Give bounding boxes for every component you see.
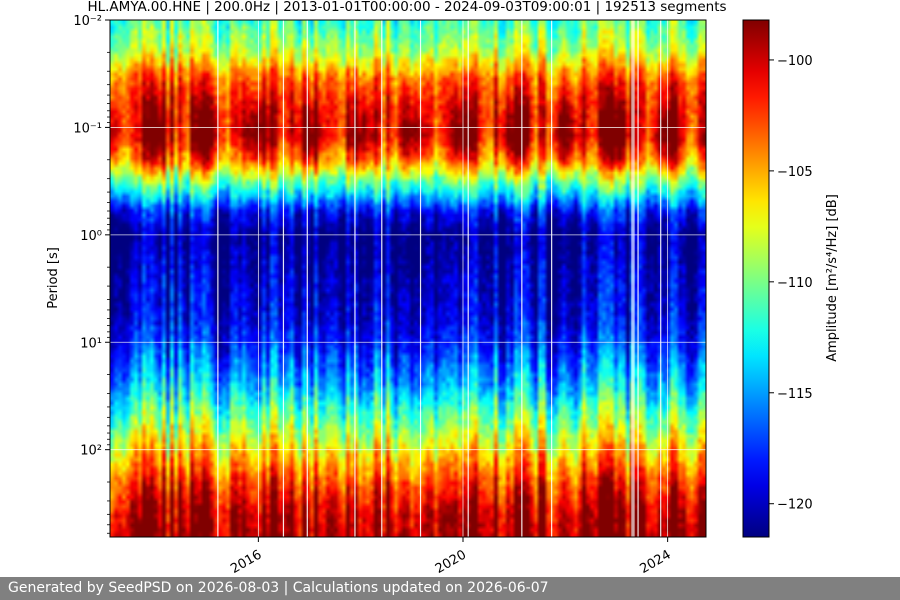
data-gap — [354, 20, 356, 537]
y-tick-label: 10⁻¹ — [73, 121, 102, 136]
y-tick-label: 10² — [80, 444, 102, 459]
x-tick-label: 2020 — [433, 547, 469, 577]
data-gap — [306, 20, 308, 537]
y-tick-label: 10⁻² — [73, 14, 102, 29]
data-gap — [521, 20, 523, 537]
data-gap — [282, 20, 285, 537]
colorbar-tick-label: −115 — [777, 387, 813, 402]
y-axis-label: Period [s] — [46, 247, 61, 309]
data-gap — [381, 20, 383, 537]
data-gap — [631, 20, 633, 537]
spectrogram-chart: HL.AMYA.00.HNE | 200.0Hz | 2013-01-01T00… — [46, 0, 840, 577]
footer-bar: Generated by SeedPSD on 2026-08-03 | Cal… — [0, 577, 900, 600]
colorbar-tick-label: −110 — [777, 276, 813, 291]
colorbar-label: Amplitude [m²/s⁴/Hz] [dB] — [825, 194, 840, 362]
y-axis: 10⁻² 10⁻¹ 10⁰ 10¹ 10² — [73, 14, 110, 534]
data-gap — [551, 20, 553, 537]
x-tick-label: 2016 — [228, 547, 264, 577]
data-gap — [467, 20, 469, 537]
data-gap — [637, 20, 639, 537]
data-gap — [633, 20, 635, 537]
footer-text: Generated by SeedPSD on 2026-08-03 | Cal… — [8, 580, 549, 596]
heatmap-plot-area — [110, 20, 706, 537]
data-gap — [660, 20, 662, 537]
colorbar-tick-label: −120 — [777, 498, 813, 513]
y-tick-label: 10⁰ — [80, 229, 102, 244]
colorbar: −100 −105 −110 −115 −120 — [742, 19, 813, 538]
colorbar-tick-label: −100 — [777, 54, 813, 69]
colorbar-tick-label: −105 — [777, 165, 813, 180]
colorbar-gradient — [742, 19, 770, 538]
chart-title: HL.AMYA.00.HNE | 200.0Hz | 2013-01-01T00… — [87, 0, 726, 15]
heatmap-image — [110, 20, 706, 537]
y-tick-label: 10¹ — [80, 336, 102, 351]
x-tick-label: 2024 — [637, 547, 673, 577]
data-gap — [217, 20, 219, 537]
data-gap — [419, 20, 422, 537]
x-axis: 2016 2020 2024 — [228, 537, 674, 577]
